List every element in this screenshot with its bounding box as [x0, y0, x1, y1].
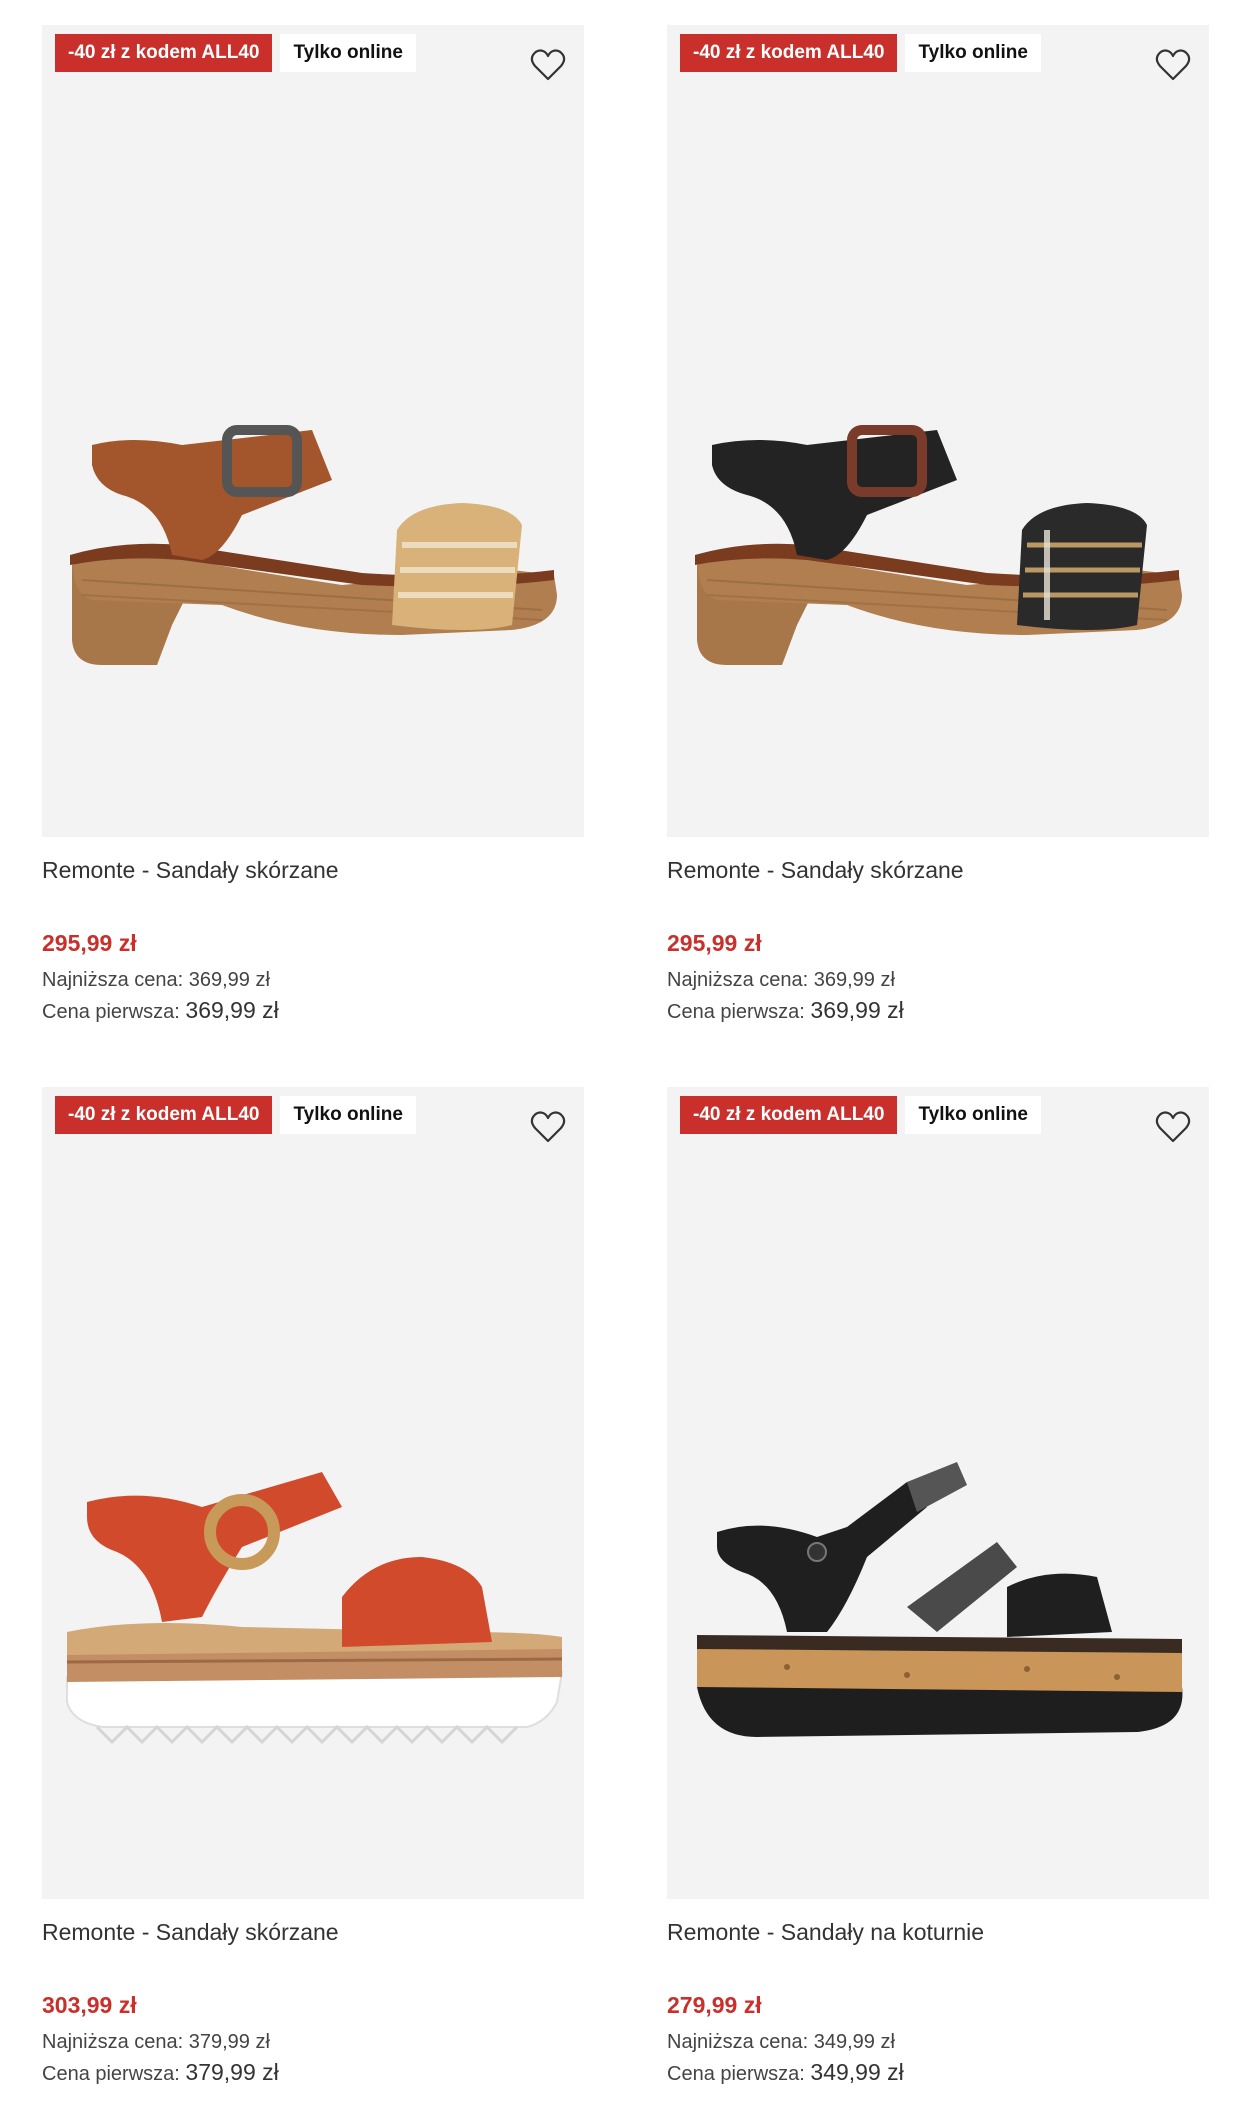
product-card: -40 zł z kodem ALL40 Tylko online Remont…: [667, 1087, 1209, 2123]
lowest-price: Najniższa cena: 369,99 zł: [42, 969, 270, 991]
first-price-label: Cena pierwsza:: [42, 1001, 180, 1023]
product-card: -40 zł z kodem ALL40 Tylko online Remont…: [42, 1087, 584, 2123]
product-title[interactable]: Remonte - Sandały skórzane: [667, 857, 964, 884]
first-price: Cena pierwsza: 349,99 zł: [667, 2059, 904, 2086]
badge-row: -40 zł z kodem ALL40 Tylko online: [680, 1096, 1041, 1134]
product-title[interactable]: Remonte - Sandały na koturnie: [667, 1919, 984, 1946]
first-price-label: Cena pierwsza:: [667, 1001, 805, 1023]
sandal-red-illustration: [66, 1472, 564, 1745]
badge-row: -40 zł z kodem ALL40 Tylko online: [680, 34, 1041, 72]
sale-price: 295,99 zł: [42, 930, 137, 956]
sale-price: 295,99 zł: [667, 930, 762, 956]
lowest-price: Najniższa cena: 349,99 zł: [667, 2031, 895, 2053]
online-only-badge: Tylko online: [905, 1096, 1041, 1134]
sale-price: 303,99 zł: [42, 1992, 137, 2018]
heart-outline-icon: [530, 49, 566, 81]
first-price-label: Cena pierwsza:: [667, 2063, 805, 2085]
sandal-wedge-black-illustration: [697, 1462, 1183, 1737]
first-price-value: 369,99 zł: [810, 997, 904, 1023]
product-image[interactable]: -40 zł z kodem ALL40 Tylko online: [42, 25, 584, 837]
first-price-label: Cena pierwsza:: [42, 2063, 180, 2085]
badge-row: -40 zł z kodem ALL40 Tylko online: [55, 1096, 416, 1134]
first-price: Cena pierwsza: 379,99 zł: [42, 2059, 279, 2086]
first-price: Cena pierwsza: 369,99 zł: [42, 997, 279, 1024]
wishlist-button[interactable]: [1151, 1105, 1195, 1149]
product-image[interactable]: -40 zł z kodem ALL40 Tylko online: [667, 25, 1209, 837]
first-price-value: 379,99 zł: [185, 2059, 279, 2085]
lowest-price: Najniższa cena: 369,99 zł: [667, 969, 895, 991]
first-price: Cena pierwsza: 369,99 zł: [667, 997, 904, 1024]
sandal-black-illustration: [695, 425, 1182, 665]
promo-badge: -40 zł z kodem ALL40: [680, 1096, 898, 1134]
product-title[interactable]: Remonte - Sandały skórzane: [42, 857, 339, 884]
heart-outline-icon: [530, 1111, 566, 1143]
product-card: -40 zł z kodem ALL40 Tylko online Remont…: [42, 25, 584, 1065]
wishlist-button[interactable]: [526, 43, 570, 87]
online-only-badge: Tylko online: [280, 34, 416, 72]
lowest-price: Najniższa cena: 379,99 zł: [42, 2031, 270, 2053]
online-only-badge: Tylko online: [280, 1096, 416, 1134]
online-only-badge: Tylko online: [905, 34, 1041, 72]
promo-badge: -40 zł z kodem ALL40: [55, 34, 273, 72]
wishlist-button[interactable]: [526, 1105, 570, 1149]
wishlist-button[interactable]: [1151, 43, 1195, 87]
product-card: -40 zł z kodem ALL40 Tylko online Remont…: [667, 25, 1209, 1065]
heart-outline-icon: [1155, 49, 1191, 81]
badge-row: -40 zł z kodem ALL40 Tylko online: [55, 34, 416, 72]
heart-outline-icon: [1155, 1111, 1191, 1143]
first-price-value: 369,99 zł: [185, 997, 279, 1023]
product-grid: -40 zł z kodem ALL40 Tylko online Remont…: [0, 0, 1250, 2123]
product-title[interactable]: Remonte - Sandały skórzane: [42, 1919, 339, 1946]
product-image[interactable]: -40 zł z kodem ALL40 Tylko online: [667, 1087, 1209, 1899]
product-image[interactable]: -40 zł z kodem ALL40 Tylko online: [42, 1087, 584, 1899]
promo-badge: -40 zł z kodem ALL40: [55, 1096, 273, 1134]
first-price-value: 349,99 zł: [810, 2059, 904, 2085]
sale-price: 279,99 zł: [667, 1992, 762, 2018]
promo-badge: -40 zł z kodem ALL40: [680, 34, 898, 72]
sandal-brown-illustration: [70, 425, 557, 665]
